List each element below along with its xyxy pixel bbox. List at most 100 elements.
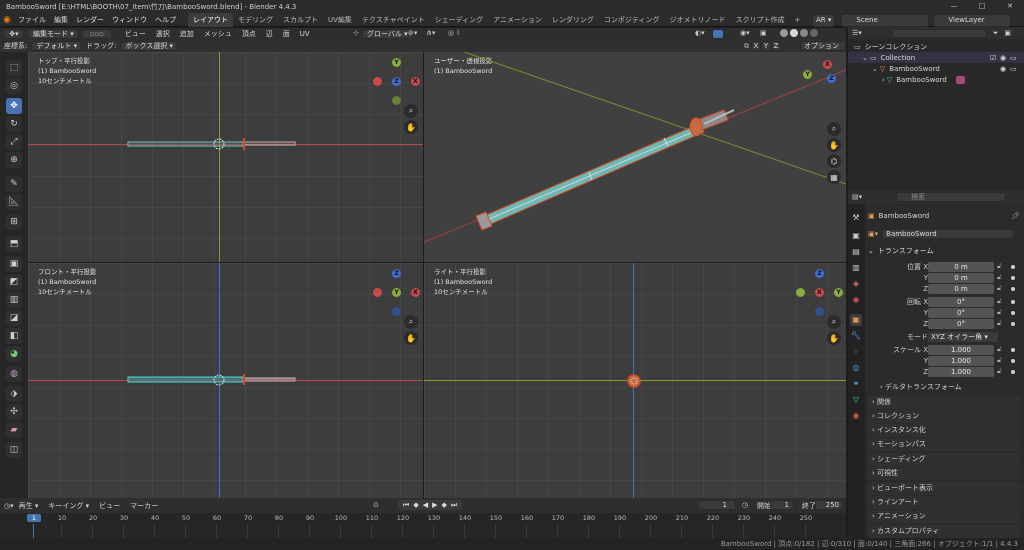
smooth-icon[interactable]: ◍: [6, 366, 22, 382]
menu-mesh[interactable]: メッシュ: [199, 29, 237, 39]
menu-help[interactable]: ヘルプ: [151, 13, 180, 27]
menu-playback[interactable]: 再生 ▾: [14, 501, 44, 511]
transform-icon[interactable]: ⊕: [6, 152, 22, 168]
outliner-mesh-data[interactable]: › ▽ BambooSword: [848, 74, 1024, 85]
new-collection-icon[interactable]: ▣: [1004, 29, 1011, 37]
blender-logo-icon[interactable]: ◉: [0, 15, 14, 25]
edge-slide-icon[interactable]: ⬗: [6, 386, 22, 402]
scene-tab-icon[interactable]: ◈: [850, 278, 862, 290]
world-tab-icon[interactable]: ◉: [850, 294, 862, 306]
end-frame-field[interactable]: 250: [815, 500, 843, 510]
measure-icon[interactable]: 📐︎: [6, 194, 22, 210]
mirror-y-button[interactable]: Y: [761, 41, 771, 51]
menu-add[interactable]: 追加: [175, 29, 199, 39]
gizmo-neg-x[interactable]: [373, 77, 382, 86]
rotation-z-field[interactable]: 0°: [928, 319, 994, 329]
location-x-lock-icon[interactable]: 🔓︎: [997, 262, 1006, 271]
bevel-icon[interactable]: ◩: [6, 274, 22, 290]
object-render-icon[interactable]: ▭: [1010, 65, 1017, 73]
menu-window[interactable]: ウィンドウ: [108, 13, 151, 27]
menu-select[interactable]: 選択: [151, 29, 175, 39]
delta-transform-panel[interactable]: › デルタトランスフォーム: [876, 381, 1020, 394]
pivot-icon[interactable]: ⊘▾: [408, 29, 417, 37]
jump-start-icon[interactable]: ⏮: [403, 501, 409, 510]
constraints-tab-icon[interactable]: ⚭: [850, 378, 862, 390]
outliner-scene-collection[interactable]: ▭ シーンコレクション: [848, 41, 1024, 52]
select-mode-buttons[interactable]: ▫▫▫: [81, 29, 112, 39]
menu-edge[interactable]: 辺: [261, 29, 278, 39]
rip-region-icon[interactable]: ◫: [6, 442, 22, 458]
properties-editor-icon[interactable]: ▤▾: [852, 193, 862, 201]
scene-selector[interactable]: Scene: [841, 14, 930, 27]
object-visibility-icon[interactable]: ◉: [1000, 65, 1006, 73]
scale-z-field[interactable]: 1.000: [928, 367, 994, 377]
spin-icon[interactable]: ◕: [6, 346, 22, 362]
jump-end-icon[interactable]: ⏭: [451, 501, 457, 510]
rotation-y-lock-icon[interactable]: 🔓︎: [997, 308, 1006, 317]
menu-file[interactable]: ファイル: [14, 13, 50, 27]
render-tab-icon[interactable]: ▣: [850, 230, 862, 242]
location-y-field[interactable]: 0 m: [928, 273, 994, 283]
panel-line-art[interactable]: › ラインアート: [868, 496, 1020, 509]
outliner-object[interactable]: ⌄ ▽ BambooSword ◉ ▭: [848, 63, 1024, 74]
expand-collection-icon[interactable]: ⌄: [862, 54, 868, 62]
gizmo-front-neg-x[interactable]: [373, 288, 382, 297]
extrude-icon[interactable]: ⬒: [6, 236, 22, 252]
gizmo-front-y[interactable]: Y: [392, 288, 401, 297]
current-frame-field[interactable]: 1: [698, 500, 736, 510]
tab-geometry-nodes[interactable]: ジオメトリノード: [665, 13, 731, 27]
knife-icon[interactable]: ◪: [6, 310, 22, 326]
menu-keying[interactable]: キーイング ▾: [43, 501, 94, 511]
rotation-z-keyframe-icon[interactable]: [1011, 322, 1015, 326]
tab-shading[interactable]: シェーディング: [430, 13, 489, 27]
physics-tab-icon[interactable]: ◎: [850, 362, 862, 374]
gizmo-front-x[interactable]: X: [411, 288, 420, 297]
output-tab-icon[interactable]: ▤: [850, 246, 862, 258]
location-z-field[interactable]: 0 m: [928, 284, 994, 294]
viewport-front[interactable]: フロント・平行投影 (1) BambooSword 10センチメートル Z X …: [28, 263, 423, 498]
tab-animation[interactable]: アニメーション: [488, 13, 547, 27]
gizmo-x[interactable]: X: [411, 77, 420, 86]
properties-search[interactable]: 検索: [896, 192, 1007, 202]
mirror-x-button[interactable]: X: [751, 41, 761, 51]
transform-panel-header[interactable]: ⌄ トランスフォーム: [868, 245, 1020, 257]
prev-keyframe-icon[interactable]: ◆: [413, 501, 418, 509]
rotation-y-keyframe-icon[interactable]: [1011, 311, 1015, 315]
xray-icon[interactable]: ▣: [760, 29, 767, 37]
loop-cut-icon[interactable]: ▥: [6, 292, 22, 308]
viewport-top[interactable]: トップ・平行投影 (1) BambooSword 10センチメートル Y X Z…: [28, 52, 423, 262]
pan-right-icon[interactable]: ✋: [827, 331, 841, 345]
timeline-editor-icon[interactable]: ◷▾: [4, 502, 14, 510]
scale-z-keyframe-icon[interactable]: [1011, 370, 1015, 374]
data-tab-icon[interactable]: ▽: [850, 394, 862, 406]
location-y-keyframe-icon[interactable]: [1011, 276, 1015, 280]
outliner-collection[interactable]: ⌄ ▭ Collection ☑ ◉ ▭: [848, 52, 1024, 63]
coord-dropdown[interactable]: デフォルト ▾: [31, 41, 83, 51]
location-x-field[interactable]: 0 m: [928, 262, 994, 272]
close-button[interactable]: ✕: [996, 0, 1024, 13]
panel-motion-paths[interactable]: › モーションパス: [868, 438, 1020, 451]
wireframe-shading-icon[interactable]: [780, 29, 788, 37]
start-frame-field[interactable]: 1: [770, 500, 794, 510]
object-tab-icon[interactable]: ▣: [850, 314, 862, 326]
rotation-mode-dropdown[interactable]: XYZ オイラー角 ▾: [928, 332, 998, 342]
pan-icon[interactable]: ✋: [404, 120, 418, 134]
gizmo-right-neg-z[interactable]: [815, 307, 824, 316]
panel-collections[interactable]: › コレクション: [868, 410, 1020, 423]
object-name-field[interactable]: BambooSword: [882, 228, 1015, 239]
gizmo-front-neg-z[interactable]: [392, 307, 401, 316]
tab-modeling[interactable]: モデリング: [233, 13, 278, 27]
mirror-z-button[interactable]: Z: [771, 41, 781, 51]
record-icon[interactable]: ⊙: [373, 501, 379, 509]
gizmo-front-z[interactable]: Z: [392, 269, 401, 278]
scale-y-field[interactable]: 1.000: [928, 356, 994, 366]
play-reverse-icon[interactable]: ◀: [423, 501, 428, 509]
viewport-right[interactable]: ライト・平行投影 (1) BambooSword 10センチメートル Z Y X…: [424, 263, 846, 498]
material-shading-icon[interactable]: [800, 29, 808, 37]
nav-gizmo-front[interactable]: Z X Y: [373, 269, 420, 316]
scale-x-lock-icon[interactable]: 🔓︎: [997, 345, 1006, 354]
location-x-keyframe-icon[interactable]: [1011, 265, 1015, 269]
pan-front-icon[interactable]: ✋: [404, 331, 418, 345]
add-cube-icon[interactable]: ⊞: [6, 214, 22, 230]
gizmo-user-y[interactable]: Y: [803, 70, 812, 79]
